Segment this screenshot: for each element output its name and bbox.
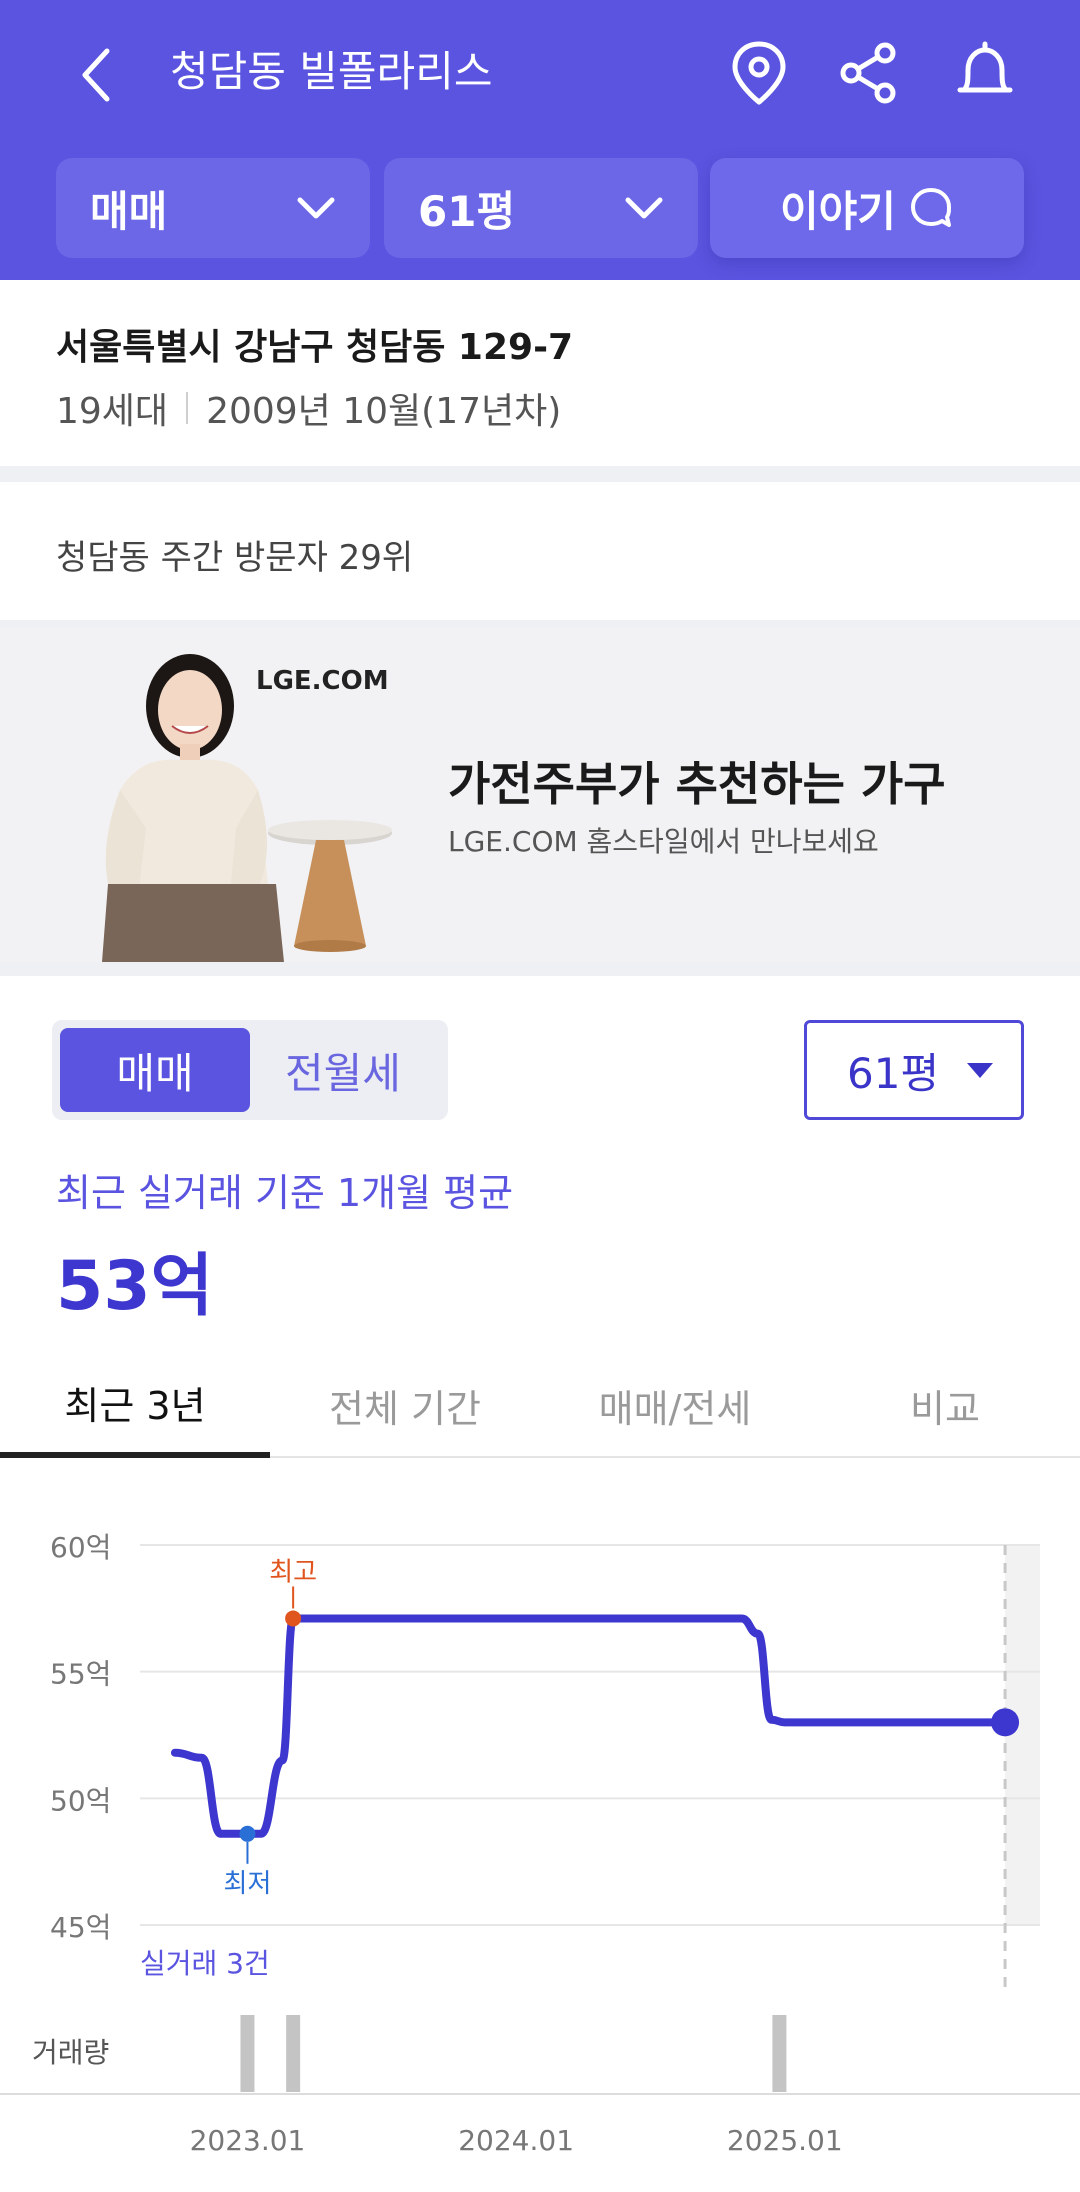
section-divider [0,466,1080,482]
size-select-label: 61평 [847,1048,940,1098]
tab-sale-jeonse[interactable]: 매매/전세 [540,1352,810,1458]
talk-button[interactable]: 이야기 [710,158,1024,258]
share-button[interactable] [834,38,904,108]
section-divider [0,962,1080,976]
x-tick-label: 2024.01 [458,2124,574,2157]
chevron-down-icon [625,197,663,219]
segment-rent[interactable]: 전월세 [248,1028,438,1112]
back-button[interactable] [72,40,122,110]
x-tick-label: 2023.01 [190,2124,306,2157]
average-price-value: 53억 [56,1247,214,1326]
page-title: 청담동 빌폴라리스 [170,47,493,96]
trade-count-label: 실거래 3건 [140,1947,270,1980]
household-count: 19세대 [56,391,169,432]
caret-down-icon [967,1063,993,1078]
ad-brand: LGE.COM [256,666,389,696]
high-label: 최고 [269,1557,317,1587]
tab-recent-3-years[interactable]: 최근 3년 [0,1352,270,1458]
location-pin-icon [732,41,786,105]
x-tick-label: 2025.01 [727,2124,843,2157]
trade-type-label: 매매 [90,186,168,236]
volume-bar [240,2015,255,2092]
property-meta: 19세대 2009년 10월(17년차) [56,382,561,434]
price-chart[interactable]: 60억 55억 50억 45억 최고최저실거래 3건거래량 2023.01 2024.01 2… [0,1480,1080,2192]
property-address: 서울특별시 강남구 청담동 129-7 [56,327,574,368]
ad-headline: 가전주부가 추천하는 가구 [448,757,946,811]
size-select[interactable]: 61평 [804,1020,1024,1120]
ad-banner[interactable]: LGE.COM 가전주부가 추천하는 가구 LGE.COM 홈스타일에서 만나보… [0,628,1080,962]
section-divider [0,620,1080,628]
chevron-left-icon [82,48,110,102]
current-point [991,1708,1020,1737]
y-tick-label: 50억 [50,1784,111,1817]
bell-icon [957,41,1013,93]
built-date: 2009년 10월(17년차) [206,391,562,432]
y-tick-label: 60억 [50,1531,111,1564]
map-pin-button[interactable] [724,38,794,108]
high-point [285,1610,302,1627]
volume-bar [772,2015,787,2092]
volume-bar [286,2015,301,2092]
average-price-label: 최근 실거래 기준 1개월 평균 [56,1171,514,1215]
price-line [170,1614,1010,1838]
chevron-down-icon [297,197,335,219]
ad-subtitle: LGE.COM 홈스타일에서 만나보세요 [448,825,879,858]
trade-type-dropdown[interactable]: 매매 [56,158,370,258]
y-tick-label: 55억 [50,1658,111,1691]
price-chart-svg: 60억 55억 50억 45억 최고최저실거래 3건거래량 2023.01 2024.01 2… [0,1531,1080,2157]
size-label: 61평 [418,186,516,236]
app-header: 청담동 빌폴라리스 매매 61평 이야기 [0,0,1080,280]
size-dropdown[interactable]: 61평 [384,158,698,258]
low-label: 최저 [224,1869,272,1899]
tab-all-period[interactable]: 전체 기간 [270,1352,540,1458]
low-point [239,1825,256,1842]
meta-divider [186,392,189,424]
segment-sale[interactable]: 매매 [60,1028,250,1112]
period-tabs: 최근 3년 전체 기간 매매/전세 비교 [0,1352,1080,1458]
y-tick-label: 45억 [50,1911,111,1944]
visitor-rank[interactable]: 청담동 주간 방문자 29위 [56,530,413,579]
tab-compare[interactable]: 비교 [810,1352,1080,1458]
alarm-button[interactable] [950,38,1020,108]
volume-label: 거래량 [32,2036,109,2069]
talk-label: 이야기 [780,186,896,236]
chat-bubble-icon [910,188,951,227]
share-icon [840,42,896,104]
trade-segment-control: 매매 전월세 [52,1020,448,1120]
